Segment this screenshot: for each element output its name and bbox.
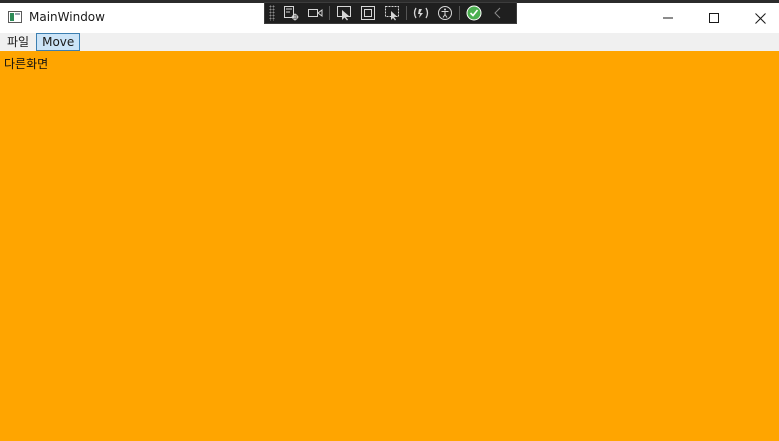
collapse-chevron-icon[interactable]: [488, 3, 508, 23]
main-window: MainWindow 파일 Move 다른화면: [0, 0, 779, 441]
content-label: 다른화면: [4, 57, 49, 71]
menu-item-move[interactable]: Move: [36, 33, 81, 51]
toolbar-separator: [459, 6, 460, 20]
minimize-button[interactable]: [645, 3, 691, 33]
menu-bar: 파일 Move: [0, 33, 779, 51]
window-title: MainWindow: [29, 10, 105, 24]
close-button[interactable]: [737, 3, 779, 33]
maximize-button[interactable]: [691, 3, 737, 33]
content-area: 다른화면: [0, 51, 779, 441]
toolbar-grip-icon[interactable]: [269, 5, 275, 21]
live-visual-tree-icon[interactable]: [281, 3, 301, 23]
accessibility-icon[interactable]: [435, 3, 455, 23]
menu-item-file[interactable]: 파일: [2, 33, 34, 51]
hot-reload-icon[interactable]: [411, 3, 431, 23]
display-layout-adorners-icon[interactable]: [358, 3, 378, 23]
toolbar-separator: [329, 6, 330, 20]
record-icon[interactable]: [305, 3, 325, 23]
binding-check-icon[interactable]: [464, 3, 484, 23]
track-focus-icon[interactable]: [382, 3, 402, 23]
app-window-icon: [8, 11, 22, 23]
minimize-icon: [663, 17, 673, 19]
close-icon: [754, 12, 766, 24]
toolbar-separator: [406, 6, 407, 20]
debug-toolbar: [264, 2, 517, 24]
maximize-icon: [709, 13, 719, 23]
select-element-icon[interactable]: [334, 3, 354, 23]
